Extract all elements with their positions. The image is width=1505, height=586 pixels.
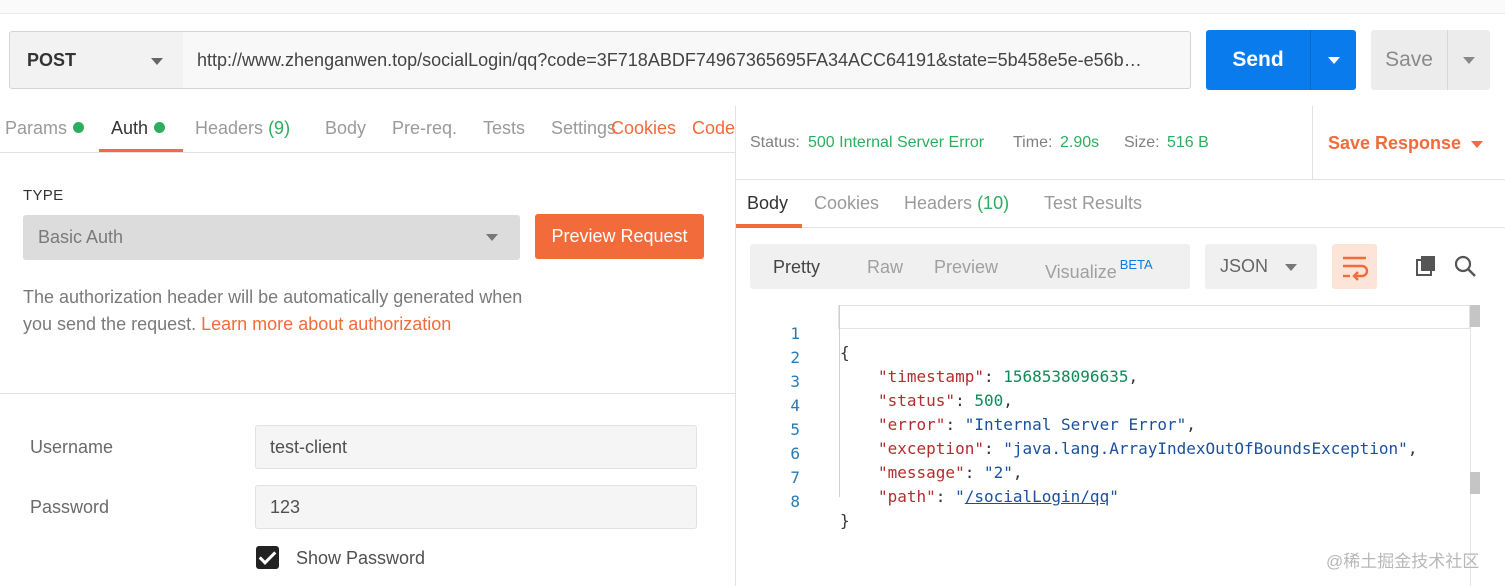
scroll-thumb[interactable]	[1470, 305, 1480, 327]
size-label: Size:	[1124, 134, 1160, 151]
active-tab-indicator	[736, 224, 802, 228]
headers-count: (9)	[268, 118, 291, 138]
format-toggle: Pretty Raw Preview Visualize BETA	[750, 244, 1190, 289]
save-response-button[interactable]: Save Response	[1312, 106, 1505, 180]
url-input[interactable]: http://www.zhenganwen.top/socialLogin/qq…	[183, 31, 1191, 89]
tab-body[interactable]: Body	[325, 118, 366, 139]
password-field[interactable]: 123	[255, 485, 697, 529]
tab-prereq[interactable]: Pre-req.	[392, 118, 457, 139]
tab-response-headers-label: Headers	[904, 193, 973, 213]
code-line: 6 "message": "2",	[736, 425, 1476, 482]
type-label: TYPE	[23, 187, 64, 204]
tab-headers[interactable]: Headers (9)	[195, 118, 290, 139]
copy-icon[interactable]	[1414, 254, 1438, 278]
response-status-bar: Status: 500 Internal Server Error Time: …	[736, 106, 1505, 180]
save-response-label: Save Response	[1328, 133, 1462, 153]
cookies-link[interactable]: Cookies	[611, 118, 676, 139]
chevron-down-icon	[151, 58, 163, 65]
tab-response-body[interactable]: Body	[747, 193, 788, 214]
format-raw[interactable]: Raw	[867, 257, 903, 278]
format-pretty[interactable]: Pretty	[773, 257, 820, 278]
tab-params[interactable]: Params	[5, 118, 85, 139]
method-select[interactable]: POST	[9, 31, 184, 89]
send-options-button[interactable]	[1310, 30, 1356, 90]
format-preview[interactable]: Preview	[934, 257, 998, 278]
line-number: 8	[790, 492, 800, 511]
format-visualize[interactable]: Visualize BETA	[1045, 257, 1153, 283]
username-label: Username	[30, 437, 114, 457]
tab-response-cookies[interactable]: Cookies	[814, 193, 879, 214]
url-text: http://www.zhenganwen.top/socialLogin/qq…	[197, 49, 1142, 70]
time-value: 2.90s	[1060, 134, 1100, 151]
code-line: 8 }	[736, 473, 1476, 530]
password-label: Password	[30, 497, 110, 517]
chevron-down-icon	[1328, 57, 1340, 64]
tab-auth-label: Auth	[111, 118, 149, 138]
chevron-down-icon	[1463, 57, 1475, 64]
tab-headers-label: Headers	[195, 118, 264, 138]
status-dot-icon	[154, 122, 166, 133]
method-label: POST	[27, 49, 77, 70]
response-tabs: Body Cookies Headers (10) Test Results	[736, 180, 1505, 228]
top-strip	[0, 0, 1505, 14]
code-text: }	[840, 511, 850, 530]
language-select[interactable]: JSON	[1205, 244, 1317, 289]
tab-auth[interactable]: Auth	[111, 118, 166, 139]
chevron-down-icon	[1285, 264, 1297, 271]
code-line: 2 "timestamp": 1568538096635,	[736, 329, 1476, 386]
auth-type-value: Basic Auth	[38, 227, 124, 247]
size-value: 516 B	[1167, 134, 1209, 151]
password-value: 123	[270, 496, 301, 517]
tab-response-headers[interactable]: Headers (10)	[904, 193, 1009, 214]
save-options-button[interactable]	[1447, 30, 1490, 90]
watermark: @稀土掘金技术社区	[1326, 552, 1480, 571]
auth-description: The authorization header will be automat…	[23, 284, 523, 338]
code-line: 1 {	[736, 305, 1476, 362]
tab-settings[interactable]: Settings	[551, 118, 616, 139]
chevron-down-icon	[1471, 141, 1483, 148]
request-tabs: Params Auth Headers (9) Body Pre-req. Te…	[0, 106, 735, 153]
code-line: 5 "exception": "java.lang.ArrayIndexOutO…	[736, 401, 1476, 458]
search-icon[interactable]	[1453, 254, 1477, 278]
response-headers-count: (10)	[977, 193, 1010, 213]
status-dot-icon	[73, 122, 85, 133]
tab-test-results[interactable]: Test Results	[1044, 193, 1142, 214]
time-label: Time:	[1013, 134, 1053, 151]
active-tab-indicator	[99, 149, 183, 152]
code-line: 7 "path": "/socialLogin/qq"	[736, 449, 1476, 506]
beta-badge: BETA	[1119, 257, 1153, 272]
save-button[interactable]: Save	[1371, 30, 1447, 90]
preview-request-button[interactable]: Preview Request	[535, 214, 704, 259]
request-pane: Params Auth Headers (9) Body Pre-req. Te…	[0, 106, 735, 586]
code-link[interactable]: Code	[692, 118, 735, 139]
learn-more-link[interactable]: Learn more about authorization	[201, 314, 451, 334]
format-visualize-label: Visualize	[1045, 262, 1117, 282]
response-pane: Status: 500 Internal Server Error Time: …	[736, 106, 1505, 586]
wrap-lines-button[interactable]	[1332, 244, 1377, 289]
show-password-label: Show Password	[296, 548, 426, 568]
wrap-icon	[1343, 256, 1369, 281]
status-label: Status:	[750, 134, 800, 151]
code-line: 3 "status": 500,	[736, 353, 1476, 410]
chevron-down-icon	[486, 234, 498, 241]
language-value: JSON	[1220, 256, 1269, 276]
code-line: 4 "error": "Internal Server Error",	[736, 377, 1476, 434]
status-value: 500 Internal Server Error	[808, 134, 985, 151]
send-button[interactable]: Send	[1206, 30, 1310, 90]
scroll-thumb[interactable]	[1470, 472, 1480, 494]
divider	[0, 393, 735, 394]
tab-tests[interactable]: Tests	[483, 118, 525, 139]
auth-type-select[interactable]: Basic Auth	[23, 215, 520, 260]
response-body-editor[interactable]: 1 { 2 "timestamp": 1568538096635, 3 "sta…	[736, 305, 1505, 586]
username-value: test-client	[270, 436, 348, 457]
username-field[interactable]: test-client	[255, 425, 697, 469]
tab-params-label: Params	[5, 118, 68, 138]
show-password-checkbox[interactable]	[256, 546, 279, 569]
editor-scrollbar[interactable]	[1470, 305, 1471, 586]
